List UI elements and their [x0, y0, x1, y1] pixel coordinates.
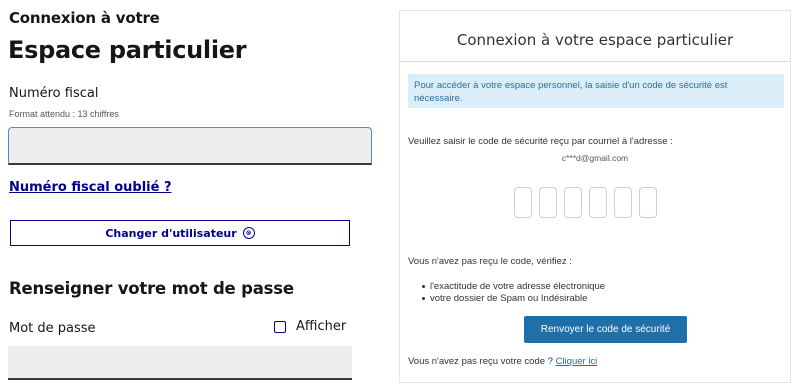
masked-email: c***d@gmail.com	[561, 153, 629, 163]
code-digit-input[interactable]	[564, 187, 582, 218]
code-digit-input[interactable]	[614, 187, 632, 218]
page-subtitle: Connexion à votre	[9, 9, 160, 27]
title-divider	[400, 61, 790, 62]
not-received-heading: Vous n'avez pas reçu le code, vérifiez :	[408, 256, 572, 267]
page-title: Espace particulier	[8, 36, 247, 64]
forgot-fiscal-number-link[interactable]: Numéro fiscal oublié ?	[9, 180, 172, 195]
code-digit-input[interactable]	[514, 187, 532, 218]
password-section-title: Renseigner votre mot de passe	[9, 279, 294, 298]
show-password-toggle[interactable]: Afficher	[274, 319, 346, 334]
show-password-checkbox[interactable]	[274, 320, 286, 333]
password-label: Mot de passe	[9, 321, 96, 336]
code-digit-input[interactable]	[639, 187, 657, 218]
change-user-label: Changer d'utilisateur	[105, 226, 237, 240]
password-input[interactable]	[8, 346, 352, 380]
bullet-icon	[422, 296, 425, 300]
check-text: votre dossier de Spam ou Indésirable	[430, 292, 588, 304]
footer-help: Vous n'avez pas reçu votre code ? Clique…	[408, 356, 597, 367]
security-panel-title: Connexion à votre espace particulier	[456, 31, 734, 49]
resend-code-button[interactable]: Renvoyer le code de sécurité	[524, 316, 687, 343]
login-panel-left: Connexion à votre Espace particulier Num…	[0, 0, 375, 383]
bullet-icon	[422, 284, 425, 288]
list-item: votre dossier de Spam ou Indésirable	[422, 292, 605, 304]
click-here-link[interactable]: Cliquer ici	[556, 356, 598, 367]
code-prompt: Veuillez saisir le code de sécurité reçu…	[408, 136, 673, 147]
security-code-inputs	[514, 187, 657, 218]
security-code-panel: Connexion à votre espace particulier Pou…	[399, 10, 791, 383]
code-digit-input[interactable]	[539, 187, 557, 218]
change-user-button[interactable]: Changer d'utilisateur ⊗	[10, 220, 350, 246]
check-text: l'exactitude de votre adresse électroniq…	[430, 280, 606, 292]
fiscal-number-hint: Format attendu : 13 chiffres	[9, 109, 119, 119]
show-password-label: Afficher	[296, 319, 347, 334]
close-circle-icon: ⊗	[242, 227, 255, 239]
checks-list: l'exactitude de votre adresse électroniq…	[422, 280, 605, 304]
list-item: l'exactitude de votre adresse électroniq…	[422, 280, 605, 292]
footer-text: Vous n'avez pas reçu votre code ?	[408, 356, 553, 367]
code-digit-input[interactable]	[589, 187, 607, 218]
fiscal-number-label: Numéro fiscal	[9, 86, 99, 101]
fiscal-number-input[interactable]	[8, 127, 372, 165]
info-banner: Pour accéder à votre espace personnel, l…	[408, 74, 784, 108]
